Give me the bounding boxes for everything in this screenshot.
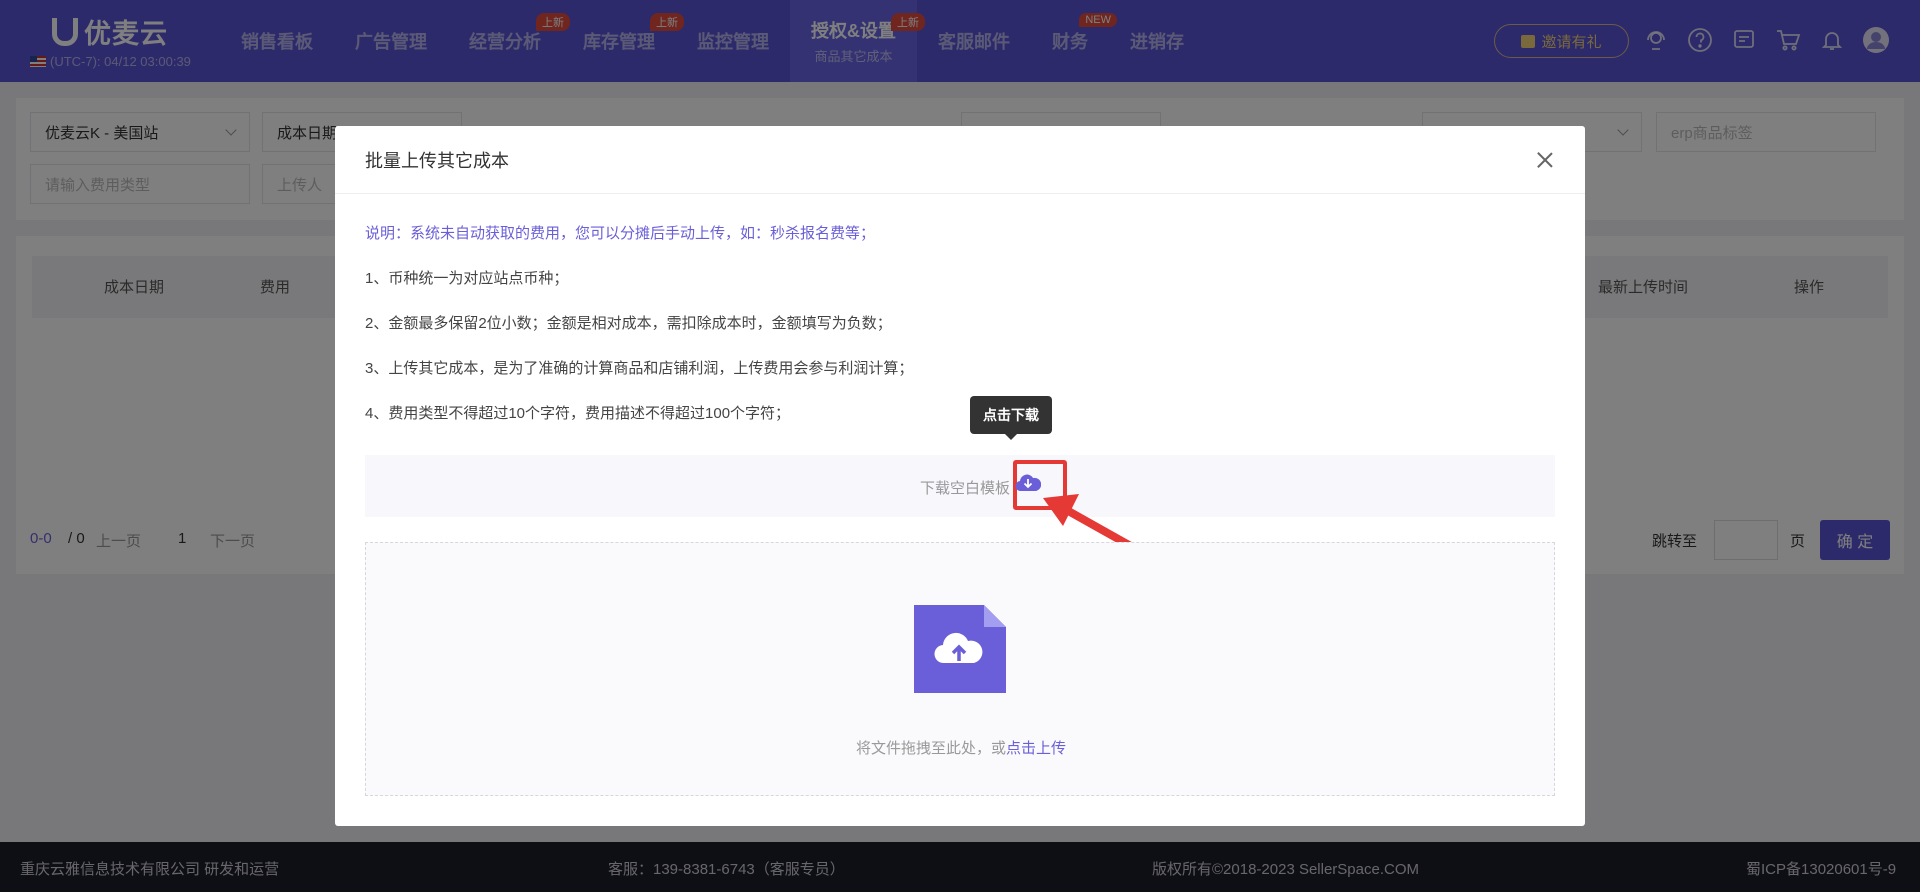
click-upload-link[interactable]: 点击上传 bbox=[1006, 740, 1066, 757]
instruction-desc: 说明：系统未自动获取的费用，您可以分摊后手动上传，如：秒杀报名费等； bbox=[365, 225, 876, 242]
instruction-item: 1、币种统一为对应站点币种； bbox=[365, 270, 569, 287]
instruction-item: 2、金额最多保留2位小数；金额是相对成本，需扣除成本时，金额填写为负数； bbox=[365, 315, 892, 332]
instructions: 说明：系统未自动获取的费用，您可以分摊后手动上传，如：秒杀报名费等； 1、币种统… bbox=[365, 222, 913, 447]
upload-cost-dialog: 批量上传其它成本 说明：系统未自动获取的费用，您可以分摊后手动上传，如：秒杀报名… bbox=[335, 126, 1585, 826]
download-tooltip: 点击下载 bbox=[970, 396, 1052, 440]
close-icon[interactable] bbox=[1535, 150, 1555, 170]
file-drop-zone[interactable]: 将文件拖拽至此处，或点击上传 bbox=[365, 542, 1555, 796]
file-fold-icon bbox=[984, 605, 1006, 627]
drop-text: 将文件拖拽至此处，或 bbox=[855, 740, 1006, 757]
instruction-item: 4、费用类型不得超过10个字符，费用描述不得超过100个字符； bbox=[365, 405, 791, 422]
instruction-item: 3、上传其它成本，是为了准确的计算商品和店铺利润，上传费用会参与利润计算； bbox=[365, 360, 914, 377]
template-download-bar: 下载空白模板 bbox=[365, 455, 1555, 517]
cloud-upload-icon bbox=[934, 632, 983, 664]
download-template-label[interactable]: 下载空白模板 bbox=[920, 477, 1010, 498]
dialog-title: 批量上传其它成本 bbox=[365, 150, 509, 171]
drop-instruction: 将文件拖拽至此处，或点击上传 bbox=[366, 737, 1556, 758]
dialog-header: 批量上传其它成本 bbox=[335, 126, 1585, 194]
